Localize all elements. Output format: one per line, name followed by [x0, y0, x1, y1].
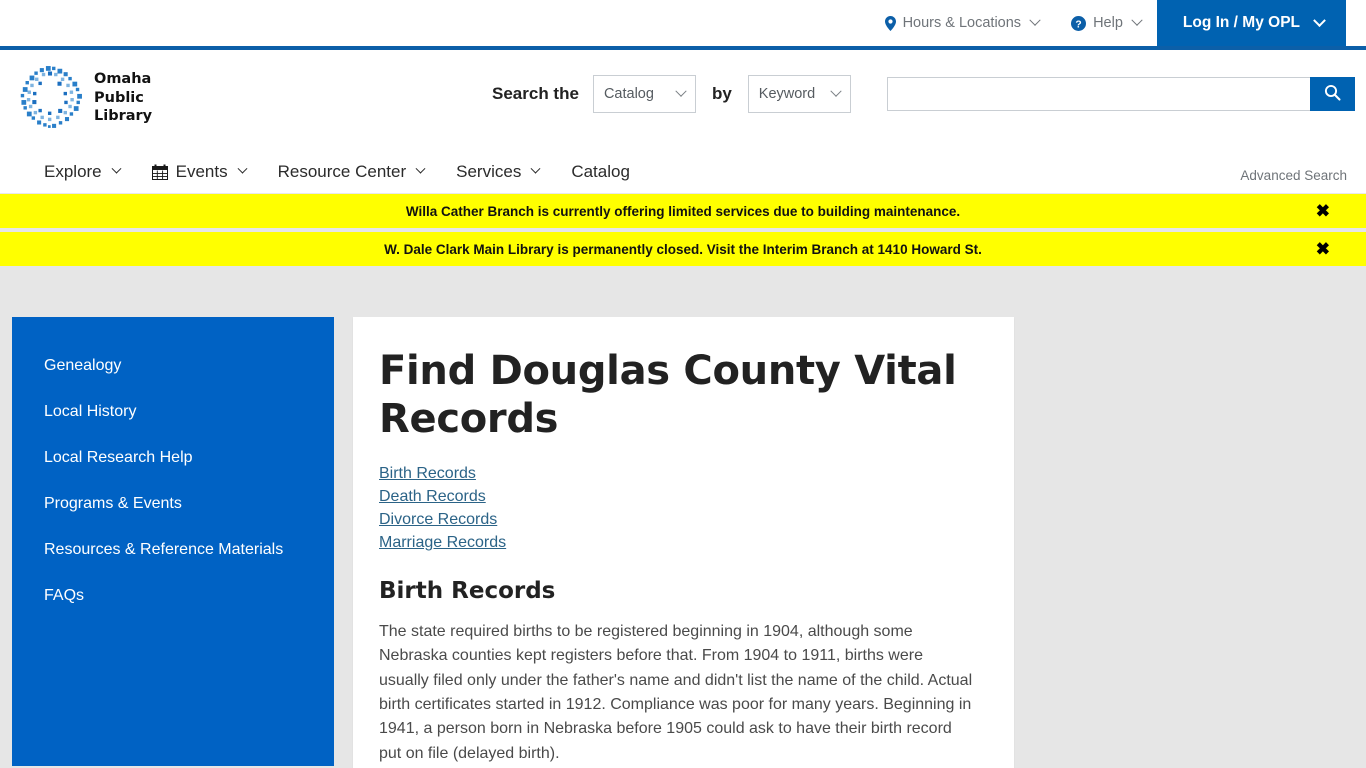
search-input-group — [886, 77, 1355, 111]
hours-and-locations-menu[interactable]: Hours & Locations — [869, 0, 1055, 46]
question-circle-icon: ? — [1071, 15, 1087, 31]
chevron-down-icon — [415, 163, 426, 174]
by-label: by — [711, 84, 732, 103]
magnifier-icon — [1324, 84, 1341, 104]
search-scope-value: Catalog — [603, 86, 654, 102]
alert-text: Willa Cather Branch is currently offerin… — [405, 203, 961, 219]
search-scope-select[interactable]: Catalog — [592, 75, 696, 113]
chevron-down-icon — [530, 163, 541, 174]
section-paragraph-birth-records: The state required births to be register… — [379, 623, 973, 762]
help-label: Help — [1093, 15, 1123, 31]
search-input[interactable] — [886, 77, 1310, 111]
chevron-down-icon — [830, 85, 842, 97]
nav-label-resource-center: Resource Center — [277, 161, 407, 181]
search-field-value: Keyword — [758, 86, 816, 102]
chevron-down-icon — [1313, 13, 1326, 27]
nav-item-resource-center[interactable]: Resource Center — [277, 161, 426, 182]
logo-line-3: Library — [94, 108, 153, 125]
list-item: Death Records — [379, 488, 974, 506]
sidebar-item-programs-and-events[interactable]: Programs & Events — [12, 481, 334, 527]
alert-text: W. Dale Clark Main Library is permanentl… — [384, 241, 982, 257]
chevron-down-icon — [1131, 14, 1143, 26]
search-bar: Search the Catalog by Keyword — [492, 75, 1355, 113]
logo-wordmark: Omaha Public Library — [94, 70, 152, 125]
sidebar-item-local-history[interactable]: Local History — [12, 389, 334, 435]
login-my-opl-button[interactable]: Log In / My OPL — [1156, 0, 1346, 46]
main-content: Find Douglas County Vital Records Birth … — [353, 317, 1014, 768]
sidebar-item-genealogy[interactable]: Genealogy — [12, 343, 334, 389]
nav-item-catalog[interactable]: Catalog — [571, 162, 630, 182]
anchor-link-death-records[interactable]: Death Records — [379, 488, 486, 505]
nav-label-catalog: Catalog — [571, 161, 630, 181]
utility-bar: Hours & Locations ? Help Log In / My OPL — [0, 0, 1366, 46]
nav-label-services: Services — [456, 161, 522, 181]
omaha-public-library-logo-icon — [20, 66, 82, 128]
anchor-link-divorce-records[interactable]: Divorce Records — [379, 511, 497, 528]
chevron-down-icon — [237, 163, 248, 174]
nav-label-events: Events — [175, 161, 228, 181]
list-item: Marriage Records — [379, 534, 974, 552]
page-title: Find Douglas County Vital Records — [379, 348, 957, 442]
help-menu[interactable]: ? Help — [1055, 0, 1157, 46]
chevron-down-icon — [1029, 14, 1041, 26]
section-sidebar: Genealogy Local History Local Research H… — [12, 317, 334, 766]
sidebar-item-resources-and-reference-materials[interactable]: Resources & Reference Materials — [12, 527, 334, 573]
nav-label-explore: Explore — [44, 161, 102, 181]
anchor-link-marriage-records[interactable]: Marriage Records — [379, 534, 506, 551]
search-submit-button[interactable] — [1309, 77, 1355, 111]
login-label: Log In / My OPL — [1182, 14, 1300, 31]
advanced-search-link[interactable]: Advanced Search — [1240, 168, 1347, 183]
site-header: Omaha Public Library Search the Catalog … — [0, 50, 1366, 183]
nav-item-services[interactable]: Services — [456, 161, 541, 182]
close-icon[interactable]: ✖ — [1316, 203, 1330, 220]
search-the-label: Search the — [492, 84, 579, 103]
alert-banner-main-library: W. Dale Clark Main Library is permanentl… — [0, 232, 1366, 266]
anchor-link-list: Birth Records Death Records Divorce Reco… — [379, 465, 974, 552]
list-item: Birth Records — [379, 465, 974, 483]
map-pin-icon — [884, 15, 896, 31]
sidebar-item-faqs[interactable]: FAQs — [12, 573, 334, 619]
site-logo[interactable]: Omaha Public Library — [16, 64, 152, 132]
nav-item-events[interactable]: Events — [151, 161, 248, 182]
svg-text:?: ? — [1075, 19, 1081, 30]
chevron-down-icon — [111, 163, 122, 174]
hours-and-locations-label: Hours & Locations — [902, 15, 1022, 31]
search-field-select[interactable]: Keyword — [747, 75, 851, 113]
sidebar-item-local-research-help[interactable]: Local Research Help — [12, 435, 334, 481]
calendar-icon — [151, 164, 168, 180]
list-item: Divorce Records — [379, 511, 974, 529]
alert-banner-willa-cather: Willa Cather Branch is currently offerin… — [0, 194, 1366, 228]
logo-line-1: Omaha — [94, 71, 152, 88]
anchor-link-birth-records[interactable]: Birth Records — [379, 465, 476, 482]
nav-item-explore[interactable]: Explore — [44, 161, 122, 182]
main-navigation: Explore Events Resource Center Services … — [0, 150, 1366, 194]
section-heading-birth-records: Birth Records — [379, 578, 556, 604]
logo-line-2: Public — [94, 89, 144, 106]
close-icon[interactable]: ✖ — [1316, 241, 1330, 258]
chevron-down-icon — [675, 85, 687, 97]
page-body: Genealogy Local History Local Research H… — [0, 270, 1366, 768]
